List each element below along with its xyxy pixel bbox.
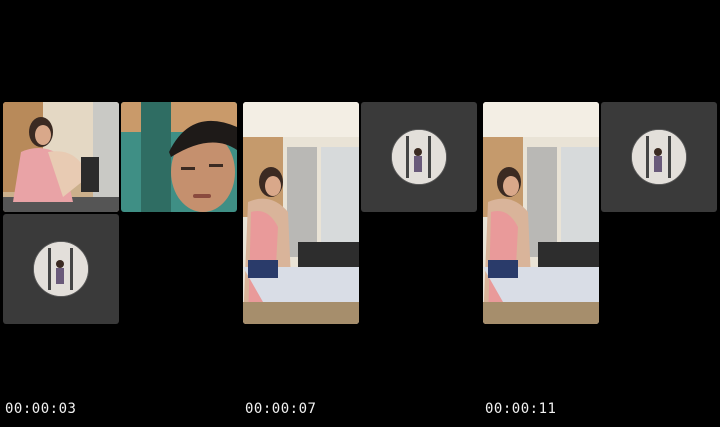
participant-video-tile[interactable] — [243, 102, 359, 324]
participant-video-image — [3, 102, 119, 212]
participant-avatar — [33, 241, 89, 297]
participant-video-image — [243, 102, 359, 324]
video-call-frame-3: 00:00:11 — [480, 0, 720, 427]
participant-video-tile[interactable] — [3, 102, 119, 212]
participant-avatar-tile[interactable] — [601, 102, 717, 212]
frame-timestamp: 00:00:11 — [485, 401, 557, 417]
video-call-frame-2: 00:00:07 — [240, 0, 480, 427]
participant-video-tile[interactable] — [483, 102, 599, 324]
video-call-frame-1: 00:00:03 — [0, 0, 240, 427]
participant-avatar — [391, 129, 447, 185]
participant-avatar-tile[interactable] — [361, 102, 477, 212]
participant-avatar-tile[interactable] — [3, 214, 119, 324]
participant-video-tile[interactable] — [121, 102, 237, 212]
participant-video-image — [483, 102, 599, 324]
participant-avatar — [631, 129, 687, 185]
frame-timestamp: 00:00:03 — [5, 401, 77, 417]
participant-video-image — [121, 102, 237, 212]
frame-timestamp: 00:00:07 — [245, 401, 317, 417]
